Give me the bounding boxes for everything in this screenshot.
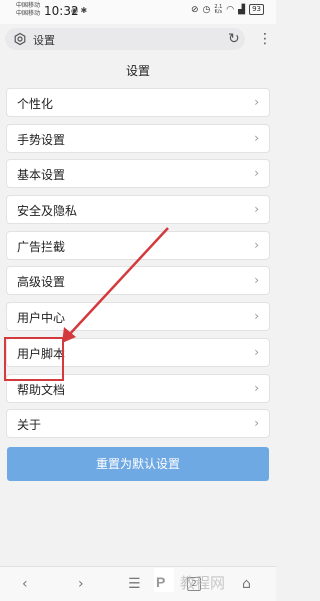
menu-icon[interactable]: ☰ (128, 576, 141, 592)
watermark-logo: P 教程网 (154, 568, 225, 592)
annotation-arrow (62, 227, 169, 343)
svg-text:教程网: 教程网 (180, 575, 225, 592)
svg-text:P: P (156, 574, 165, 590)
forward-icon[interactable]: › (78, 576, 84, 592)
back-icon[interactable]: ‹ (22, 576, 28, 592)
